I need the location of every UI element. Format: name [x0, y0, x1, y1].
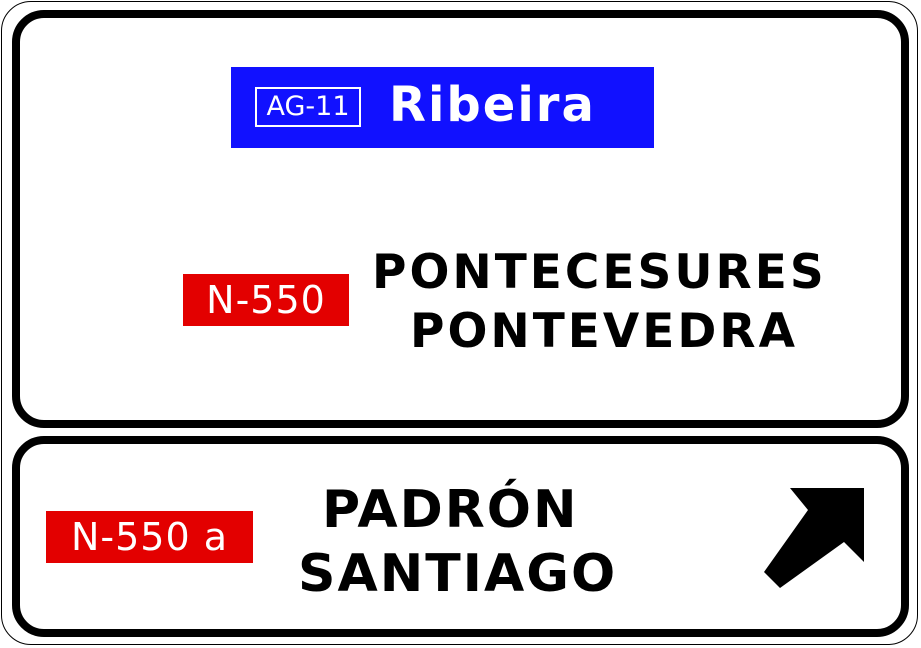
national-road-badge: N-550 — [183, 274, 349, 326]
motorway-destination: Ribeira — [389, 77, 596, 133]
local-road-badge: N-550 a — [46, 511, 253, 563]
destination-pontecesures: PONTECESURES — [372, 245, 827, 300]
arrow-up-right-icon — [764, 488, 864, 588]
motorway-route-badge: AG-11 — [255, 87, 361, 127]
motorway-destination-box: AG-11 Ribeira — [231, 67, 654, 148]
destination-pontevedra: PONTEVEDRA — [410, 304, 798, 359]
destination-padron: PADRÓN — [322, 480, 579, 540]
destination-santiago: SANTIAGO — [298, 544, 618, 604]
